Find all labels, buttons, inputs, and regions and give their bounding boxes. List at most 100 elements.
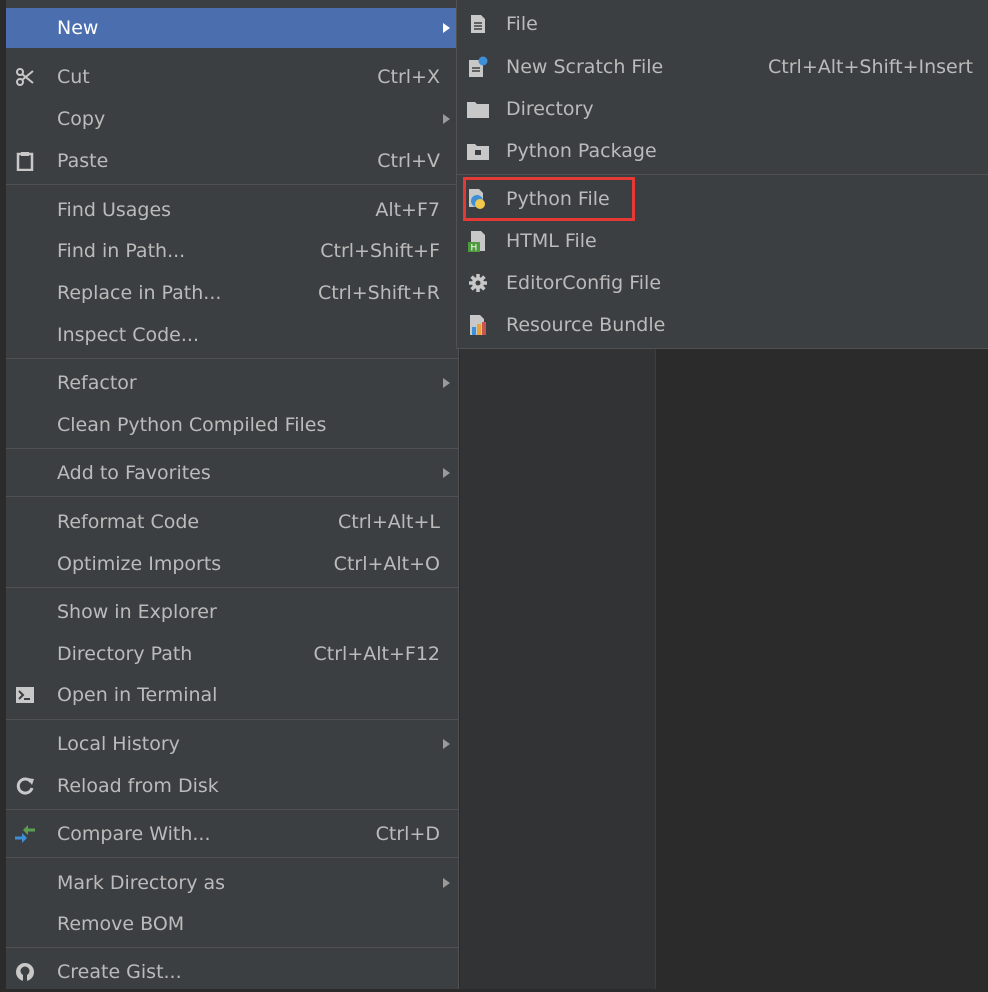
menu-item-reload-from-disk[interactable]: Reload from Disk xyxy=(6,766,458,806)
menu-item-compare-with[interactable]: Compare With... Ctrl+D xyxy=(6,814,458,854)
menu-item-refactor[interactable]: Refactor xyxy=(6,363,458,403)
file-icon xyxy=(467,13,489,35)
menu-item-optimize-imports[interactable]: Optimize Imports Ctrl+Alt+O xyxy=(6,544,458,584)
menu-item-shortcut: Ctrl+Shift+F xyxy=(320,240,440,262)
menu-item-inspect-code[interactable]: Inspect Code... xyxy=(6,315,458,355)
menu-item-open-in-terminal[interactable]: Open in Terminal xyxy=(6,675,458,715)
submenu-item-label: File xyxy=(506,13,538,35)
submenu-arrow-icon xyxy=(443,23,450,33)
package-folder-icon xyxy=(467,140,489,162)
menu-item-label: Paste xyxy=(57,150,109,172)
menu-item-shortcut: Ctrl+X xyxy=(377,66,440,88)
menu-item-label: Compare With... xyxy=(57,823,211,845)
menu-item-label: Inspect Code... xyxy=(57,324,199,346)
menu-item-shortcut: Ctrl+V xyxy=(377,150,440,172)
submenu-item-html-file[interactable]: H HTML File xyxy=(457,221,988,261)
menu-item-label: Refactor xyxy=(57,372,137,394)
submenu-arrow-icon xyxy=(443,468,450,478)
python-file-highlight-box xyxy=(463,177,635,221)
submenu-arrow-icon xyxy=(443,878,450,888)
menu-item-label: Mark Directory as xyxy=(57,872,226,894)
menu-item-label: Add to Favorites xyxy=(57,462,211,484)
compare-icon xyxy=(14,823,36,845)
menu-item-label: Replace in Path... xyxy=(57,282,222,304)
submenu-item-new-scratch-file[interactable]: New Scratch File Ctrl+Alt+Shift+Insert xyxy=(457,47,988,87)
submenu-item-python-package[interactable]: Python Package xyxy=(457,131,988,171)
menu-item-new[interactable]: New xyxy=(6,8,458,48)
menu-item-label: Optimize Imports xyxy=(57,553,222,575)
menu-item-label: Reformat Code xyxy=(57,511,200,533)
submenu-arrow-icon xyxy=(443,114,450,124)
menu-item-remove-bom[interactable]: Remove BOM xyxy=(6,904,458,944)
menu-item-show-in-explorer[interactable]: Show in Explorer xyxy=(6,592,458,632)
menu-item-cut[interactable]: Cut Ctrl+X xyxy=(6,57,458,97)
menu-item-reformat-code[interactable]: Reformat Code Ctrl+Alt+L xyxy=(6,502,458,542)
menu-item-label: Directory Path xyxy=(57,643,193,665)
html-file-icon: H xyxy=(467,230,489,252)
submenu-item-label: New Scratch File xyxy=(506,56,664,78)
submenu-arrow-icon xyxy=(443,739,450,749)
menu-item-find-usages[interactable]: Find Usages Alt+F7 xyxy=(6,190,458,230)
menu-item-shortcut: Ctrl+Alt+O xyxy=(333,553,440,575)
submenu-item-label: Python Package xyxy=(506,140,657,162)
menu-item-label: Find in Path... xyxy=(57,240,186,262)
menu-separator xyxy=(6,184,458,185)
submenu-separator xyxy=(457,174,988,175)
submenu-item-resource-bundle[interactable]: Resource Bundle xyxy=(457,305,988,345)
menu-item-label: Find Usages xyxy=(57,199,172,221)
menu-item-shortcut: Alt+F7 xyxy=(375,199,440,221)
menu-separator xyxy=(6,448,458,449)
scissors-icon xyxy=(14,66,36,88)
menu-item-paste[interactable]: Paste Ctrl+V xyxy=(6,141,458,181)
menu-separator xyxy=(6,358,458,359)
gear-icon xyxy=(467,272,489,294)
menu-item-label: Show in Explorer xyxy=(57,601,217,623)
menu-separator xyxy=(6,947,458,948)
submenu-arrow-icon xyxy=(443,378,450,388)
reload-icon xyxy=(14,775,36,797)
github-icon xyxy=(14,961,36,983)
menu-item-label: Remove BOM xyxy=(57,913,185,935)
menu-item-create-gist[interactable]: Create Gist... xyxy=(6,952,458,992)
menu-item-label: Clean Python Compiled Files xyxy=(57,414,327,436)
menu-item-label: Open in Terminal xyxy=(57,684,218,706)
submenu-item-label: HTML File xyxy=(506,230,597,252)
menu-item-label: Create Gist... xyxy=(57,961,182,983)
menu-separator xyxy=(6,857,458,858)
menu-item-shortcut: Ctrl+D xyxy=(375,823,440,845)
menu-item-shortcut: Ctrl+Shift+R xyxy=(317,282,440,304)
menu-item-add-to-favorites[interactable]: Add to Favorites xyxy=(6,453,458,493)
folder-icon xyxy=(467,98,489,120)
context-menu: New Cut Ctrl+X Copy Paste Ctrl+V Find Us… xyxy=(6,0,459,989)
terminal-icon xyxy=(14,684,36,706)
menu-separator xyxy=(6,587,458,588)
menu-item-label: Local History xyxy=(57,733,180,755)
menu-item-label: Reload from Disk xyxy=(57,775,219,797)
submenu-item-label: EditorConfig File xyxy=(506,272,662,294)
clipboard-icon xyxy=(14,150,36,172)
menu-item-label: New xyxy=(57,17,99,39)
submenu-item-editorconfig-file[interactable]: EditorConfig File xyxy=(457,263,988,303)
scratch-file-icon xyxy=(467,56,489,78)
menu-item-clean-python-compiled[interactable]: Clean Python Compiled Files xyxy=(6,405,458,445)
menu-item-replace-in-path[interactable]: Replace in Path... Ctrl+Shift+R xyxy=(6,273,458,313)
menu-item-mark-directory-as[interactable]: Mark Directory as xyxy=(6,863,458,903)
menu-item-directory-path[interactable]: Directory Path Ctrl+Alt+F12 xyxy=(6,634,458,674)
submenu-item-directory[interactable]: Directory xyxy=(457,89,988,129)
submenu-item-label: Resource Bundle xyxy=(506,314,666,336)
menu-item-local-history[interactable]: Local History xyxy=(6,724,458,764)
menu-item-copy[interactable]: Copy xyxy=(6,99,458,139)
submenu-item-label: Directory xyxy=(506,98,594,120)
menu-item-label: Copy xyxy=(57,108,106,130)
new-submenu: File New Scratch File Ctrl+Alt+Shift+Ins… xyxy=(456,0,988,349)
menu-separator xyxy=(6,809,458,810)
menu-separator xyxy=(6,719,458,720)
menu-item-label: Cut xyxy=(57,66,90,88)
menu-item-find-in-path[interactable]: Find in Path... Ctrl+Shift+F xyxy=(6,231,458,271)
resource-bundle-icon xyxy=(467,314,489,336)
menu-item-shortcut: Ctrl+Alt+L xyxy=(338,511,440,533)
menu-item-shortcut: Ctrl+Alt+F12 xyxy=(313,643,440,665)
submenu-item-shortcut: Ctrl+Alt+Shift+Insert xyxy=(768,56,973,78)
svg-text:H: H xyxy=(471,244,478,253)
submenu-item-file[interactable]: File xyxy=(457,4,988,44)
